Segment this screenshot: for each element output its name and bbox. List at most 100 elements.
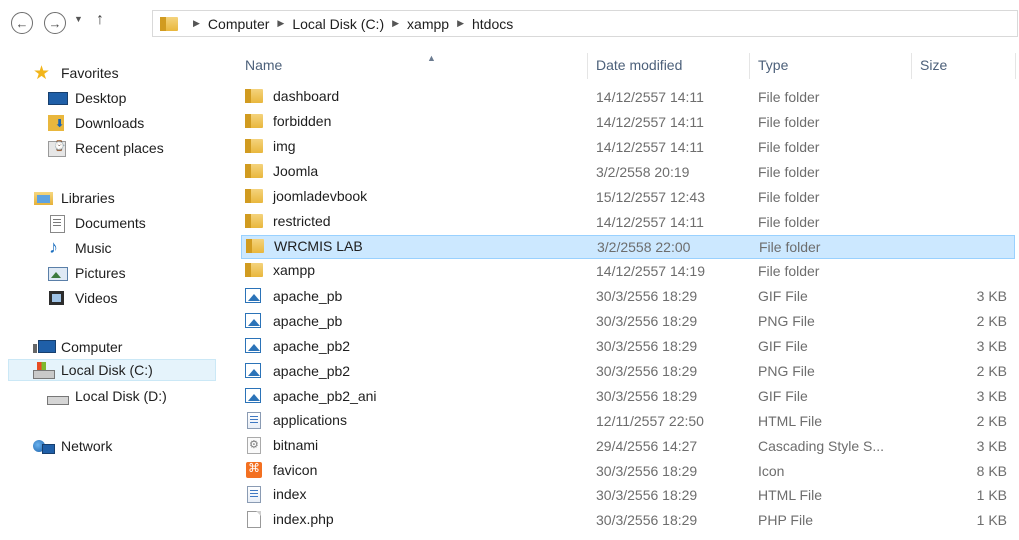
folder-icon: [244, 113, 264, 129]
file-name-cell: apache_pb: [244, 287, 342, 305]
sidebar-item-downloads[interactable]: Downloads: [47, 112, 144, 134]
sidebar-item-local-disk-c[interactable]: Local Disk (C:): [8, 359, 216, 381]
breadcrumb-xampp[interactable]: xampp: [407, 16, 449, 32]
file-date-modified: 15/12/2557 12:43: [596, 188, 705, 205]
sidebar-item-label: Computer: [61, 339, 123, 355]
sidebar-item-pictures[interactable]: Pictures: [47, 262, 126, 284]
file-row[interactable]: bitnami 29/4/2556 14:27 Cascading Style S.…: [241, 435, 1015, 459]
file-date-modified: 14/12/2557 14:11: [596, 89, 704, 105]
navigation-bar: ← → ▼ ↑ ▶ Computer ▶ Local Disk (C:) ▶ x…: [0, 0, 1019, 50]
sidebar-item-videos[interactable]: Videos: [47, 287, 118, 309]
file-row[interactable]: apache_pb 30/3/2556 18:29 PNG File 2 KB: [241, 310, 1015, 334]
file-row[interactable]: index 30/3/2556 18:29 HTML File 1 KB: [241, 484, 1015, 508]
sidebar-item-computer[interactable]: Computer: [33, 336, 122, 358]
file-type: File folder: [758, 213, 820, 230]
chevron-right-icon[interactable]: ▶: [457, 18, 464, 29]
column-divider[interactable]: [911, 53, 912, 79]
sidebar-item-label: Local Disk (D:): [75, 388, 167, 404]
file-row[interactable]: restricted 14/12/2557 14:11 File folder: [241, 211, 1015, 235]
file-row[interactable]: Joomla 3/2/2558 20:19 File folder: [241, 161, 1015, 185]
file-type: HTML File: [758, 487, 823, 504]
column-header-size[interactable]: Size: [920, 50, 1010, 80]
column-header-type[interactable]: Type: [758, 50, 908, 80]
file-name-cell: index.php: [244, 511, 334, 529]
address-bar[interactable]: ▶ Computer ▶ Local Disk (C:) ▶ xampp ▶ h…: [152, 10, 1018, 37]
folder-icon: [244, 188, 264, 204]
back-arrow-icon[interactable]: ←: [11, 12, 33, 34]
file-name-cell: restricted: [244, 213, 331, 229]
file-name: applications: [273, 411, 347, 428]
column-divider[interactable]: [587, 53, 588, 79]
file-name: index: [273, 486, 307, 503]
folder-icon: [245, 238, 265, 254]
file-name-cell: bitnami: [244, 436, 319, 454]
up-arrow-icon[interactable]: ↑: [96, 11, 104, 29]
recent-locations-chevron-down-icon[interactable]: ▼: [74, 14, 83, 24]
file-row[interactable]: index.php 30/3/2556 18:29 PHP File 1 KB: [241, 509, 1015, 533]
column-header-label: Size: [920, 57, 948, 73]
file-name: xampp: [273, 262, 316, 279]
music-icon: [47, 237, 69, 258]
column-header-name[interactable]: Name ▲: [245, 50, 585, 80]
breadcrumb-local-disk-c[interactable]: Local Disk (C:): [292, 16, 384, 32]
chevron-right-icon[interactable]: ▶: [392, 18, 399, 29]
file-row[interactable]: favicon 30/3/2556 18:29 Icon 8 KB: [241, 460, 1015, 484]
file-name-cell: applications: [244, 411, 347, 429]
file-name: Joomla: [273, 162, 319, 179]
sidebar-item-libraries[interactable]: Libraries: [33, 187, 115, 209]
file-name: forbidden: [273, 112, 332, 129]
sidebar-item-network[interactable]: Network: [33, 435, 112, 457]
breadcrumb: ▶ Computer ▶ Local Disk (C:) ▶ xampp ▶ h…: [185, 16, 513, 32]
file-row[interactable]: WRCMIS LAB 3/2/2558 22:00 File folder: [241, 235, 1015, 260]
file-row[interactable]: apache_pb 30/3/2556 18:29 GIF File 3 KB: [241, 285, 1015, 309]
file-date-modified: 30/3/2556 18:29: [596, 313, 698, 330]
file-date-modified: 14/12/2557 14:11: [596, 138, 704, 155]
sidebar-item-local-disk-d[interactable]: Local Disk (D:): [47, 385, 167, 407]
column-header-date-modified[interactable]: Date modified: [596, 50, 746, 80]
file-name: apache_pb2: [273, 362, 351, 379]
sidebar-item-label: Music: [75, 240, 112, 256]
file-row[interactable]: img 14/12/2557 14:11 File folder: [241, 136, 1015, 160]
file-row[interactable]: dashboard 14/12/2557 14:11 File folder: [241, 86, 1015, 110]
file-type: PNG File: [758, 362, 815, 379]
sidebar-item-documents[interactable]: Documents: [47, 212, 146, 234]
file-row[interactable]: forbidden 14/12/2557 14:11 File folder: [241, 111, 1015, 135]
file-date-modified: 30/3/2556 18:29: [596, 487, 698, 504]
sidebar-item-label: Libraries: [61, 190, 115, 206]
chevron-right-icon[interactable]: ▶: [277, 18, 284, 29]
sidebar-item-desktop[interactable]: Desktop: [47, 87, 126, 109]
file-row[interactable]: apache_pb2 30/3/2556 18:29 GIF File 3 KB: [241, 335, 1015, 359]
file-row[interactable]: applications 12/11/2557 22:50 HTML File 2 K…: [241, 410, 1015, 434]
column-divider[interactable]: [1015, 53, 1016, 79]
file-size: 1 KB: [976, 512, 1007, 529]
file-row[interactable]: apache_pb2_ani 30/3/2556 18:29 GIF File 3 K…: [241, 385, 1015, 409]
file-date-modified: 29/4/2556 14:27: [596, 437, 698, 454]
file-name: bitnami: [273, 436, 319, 453]
file-row[interactable]: joomladevbook 15/12/2557 12:43 File folder: [241, 186, 1015, 210]
file-type: File folder: [758, 89, 820, 105]
file-date-modified: 30/3/2556 18:29: [596, 338, 698, 354]
column-divider[interactable]: [749, 53, 750, 79]
forward-arrow-icon[interactable]: →: [44, 12, 66, 34]
computer-icon: [33, 339, 56, 355]
file-name-cell: apache_pb: [244, 312, 342, 330]
chevron-right-icon[interactable]: ▶: [193, 18, 200, 29]
file-type: GIF File: [758, 338, 808, 354]
breadcrumb-htdocs[interactable]: htdocs: [472, 16, 513, 32]
sidebar-item-music[interactable]: Music: [47, 237, 112, 259]
file-name: favicon: [273, 461, 318, 478]
file-date-modified: 30/3/2556 18:29: [596, 512, 698, 529]
file-row[interactable]: xampp 14/12/2557 14:19 File folder: [241, 260, 1015, 284]
file-date-modified: 12/11/2557 22:50: [596, 412, 704, 429]
file-size: 2 KB: [976, 412, 1007, 429]
sidebar-item-label: Favorites: [61, 65, 119, 81]
file-date-modified: 14/12/2557 14:11: [596, 213, 704, 230]
sidebar-item-favorites[interactable]: Favorites: [33, 62, 119, 85]
file-size: 2 KB: [976, 362, 1007, 379]
file-row[interactable]: apache_pb2 30/3/2556 18:29 PNG File 2 KB: [241, 360, 1015, 384]
file-size: 3 KB: [976, 437, 1007, 454]
sidebar-item-recent-places[interactable]: Recent places: [47, 137, 164, 159]
file-type: PNG File: [758, 313, 815, 330]
file-size: 2 KB: [976, 313, 1007, 330]
breadcrumb-computer[interactable]: Computer: [208, 16, 269, 32]
